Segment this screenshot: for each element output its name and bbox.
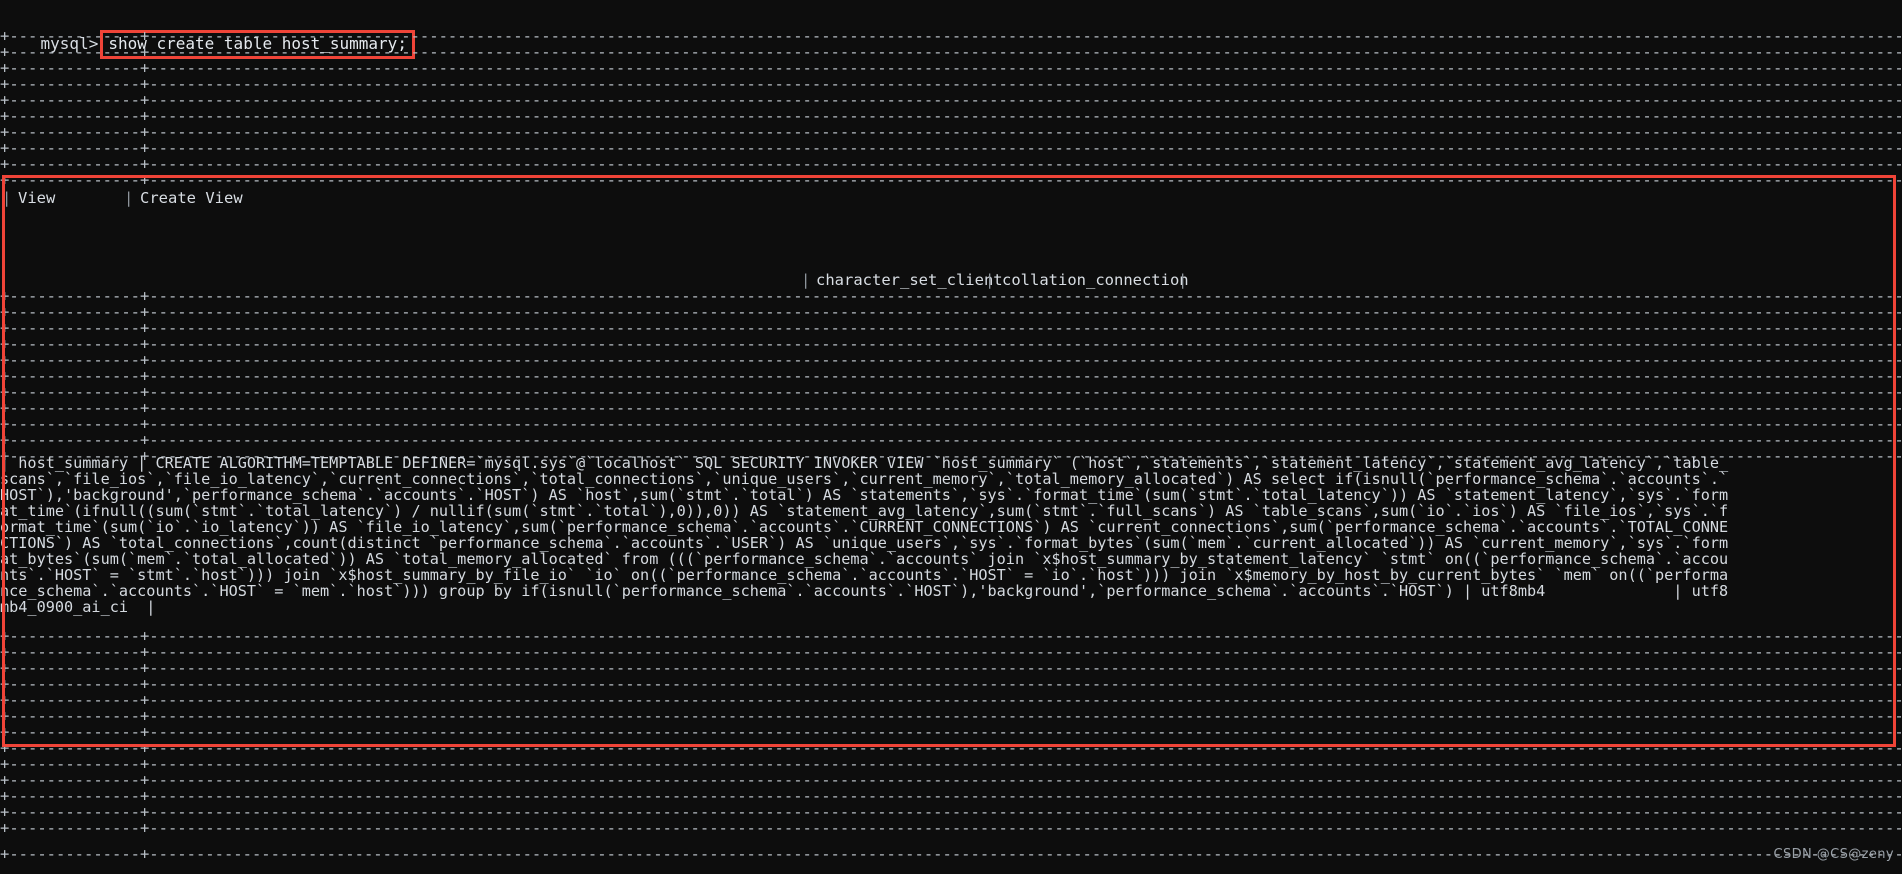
- separator-rule-14: +--------------+------------------------…: [0, 336, 1902, 352]
- header-pipe-3: |: [801, 271, 811, 289]
- table-header-view: View: [18, 189, 56, 207]
- create-view-line-6: at_bytes`(sum(`mem`.`total_allocated`)) …: [0, 550, 1729, 568]
- separator-rule-35: +--------------+------------------------…: [0, 846, 1902, 862]
- separator-rule-33: +--------------+------------------------…: [0, 804, 1902, 820]
- separator-rule-22: +--------------+------------------------…: [0, 628, 1902, 644]
- separator-rule-27: +--------------+------------------------…: [0, 708, 1902, 724]
- create-view-line-1: scans`,`file_ios`,`file_io_latency`,`cur…: [0, 470, 1729, 488]
- separator-rule-23: +--------------+------------------------…: [0, 644, 1902, 660]
- separator-rule-31: +--------------+------------------------…: [0, 772, 1902, 788]
- create-view-line-7: nts`.`HOST` = `stmt`.`host`))) join `x$h…: [0, 566, 1729, 584]
- separator-rule-30: +--------------+------------------------…: [0, 756, 1902, 772]
- separator-rule-17: +--------------+------------------------…: [0, 384, 1902, 400]
- separator-rule-24: +--------------+------------------------…: [0, 660, 1902, 676]
- header-pipe-1: |: [2, 189, 12, 207]
- create-view-line-0: | host_summary | CREATE ALGORITHM=TEMPTA…: [0, 454, 1729, 472]
- table-header-charset-client: character_set_client: [816, 271, 1003, 289]
- separator-rule-34: +--------------+------------------------…: [0, 820, 1902, 836]
- create-view-line-8: nce_schema`.`accounts`.`HOST` = `mem`.`h…: [0, 582, 1729, 600]
- separator-rule-8: +--------------+------------------------…: [0, 140, 1902, 156]
- separator-rule-28: +--------------+------------------------…: [0, 724, 1902, 740]
- separator-rule-7: +--------------+------------------------…: [0, 124, 1902, 140]
- create-view-line-3: at_time`(ifnull((sum(`stmt`.`total_laten…: [0, 502, 1729, 520]
- separator-rule-13: +--------------+------------------------…: [0, 320, 1902, 336]
- table-header-collation-connection: collation_connection: [1002, 271, 1189, 289]
- header-pipe-4: |: [985, 271, 995, 289]
- separator-rule-29: +--------------+------------------------…: [0, 740, 1902, 756]
- separator-rule-4: +--------------+------------------------…: [0, 76, 1902, 92]
- separator-rule-1: +--------------+------------------------…: [0, 28, 1902, 44]
- separator-rule-3: +--------------+------------------------…: [0, 60, 1902, 76]
- separator-rule-10: +--------------+------------------------…: [0, 172, 1902, 188]
- separator-rule-16: +--------------+------------------------…: [0, 368, 1902, 384]
- separator-rule-20: +--------------+------------------------…: [0, 432, 1902, 448]
- prompt-row: mysql> show create table host_summary;: [0, 6, 415, 59]
- watermark: CSDN @CS@zeny: [1773, 847, 1894, 862]
- terminal-window: mysql> show create table host_summary; +-…: [0, 0, 1902, 874]
- separator-rule-2: +--------------+------------------------…: [0, 44, 1902, 60]
- separator-rule-19: +--------------+------------------------…: [0, 416, 1902, 432]
- separator-rule-6: +--------------+------------------------…: [0, 108, 1902, 124]
- create-view-line-5: CTIONS`) AS `total_connections`,count(di…: [0, 534, 1729, 552]
- separator-rule-5: +--------------+------------------------…: [0, 92, 1902, 108]
- create-view-line-2: HOST`),'background',`performance_schema`…: [0, 486, 1729, 504]
- create-view-line-4: ormat_time`(sum(`io`.`io_latency`)) AS `…: [0, 518, 1729, 536]
- header-pipe-2: |: [124, 189, 134, 207]
- create-view-line-9: mb4_0900_ai_ci |: [0, 598, 156, 616]
- separator-rule-32: +--------------+------------------------…: [0, 788, 1902, 804]
- separator-rule-18: +--------------+------------------------…: [0, 400, 1902, 416]
- separator-rule-11: +--------------+------------------------…: [0, 288, 1902, 304]
- header-pipe-5: |: [1178, 271, 1188, 289]
- separator-rule-9: +--------------+------------------------…: [0, 156, 1902, 172]
- separator-rule-26: +--------------+------------------------…: [0, 692, 1902, 708]
- separator-rule-25: +--------------+------------------------…: [0, 676, 1902, 692]
- table-header-create-view: Create View: [140, 189, 243, 207]
- separator-rule-12: +--------------+------------------------…: [0, 304, 1902, 320]
- separator-rule-15: +--------------+------------------------…: [0, 352, 1902, 368]
